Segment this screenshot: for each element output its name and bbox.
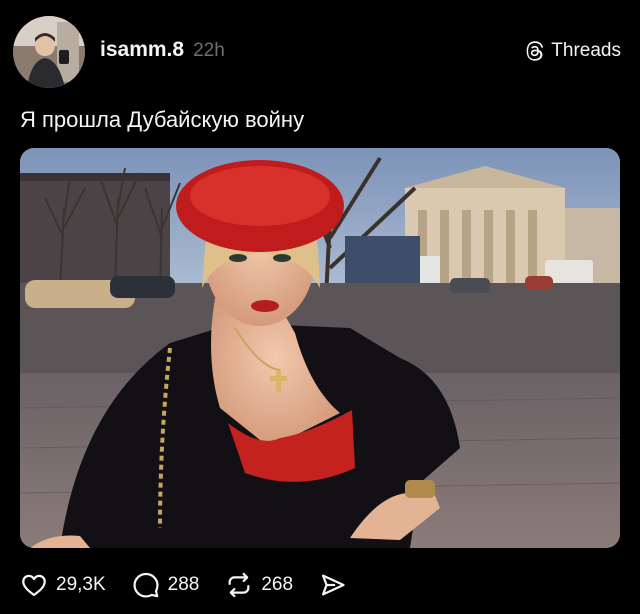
action-bar: 29,3K 288 268 (20, 568, 347, 602)
timestamp: 22h (193, 40, 225, 61)
threads-brand[interactable]: Threads (525, 40, 621, 62)
heart-icon (22, 574, 46, 597)
avatar[interactable] (13, 16, 85, 88)
repost-count: 268 (261, 574, 294, 595)
reply-button[interactable]: 288 (132, 571, 200, 599)
share-button[interactable] (319, 571, 347, 599)
threads-post: isamm.8 22h Threads Я прошла Дубайскую в… (0, 0, 640, 614)
threads-logo-icon (526, 41, 544, 61)
threads-label: Threads (551, 40, 621, 61)
avatar-image (13, 16, 85, 88)
repost-button[interactable]: 268 (225, 571, 293, 599)
repost-icon (228, 572, 250, 598)
post-meta: isamm.8 22h (100, 38, 225, 62)
post-photo (20, 148, 620, 548)
reply-count: 288 (167, 574, 200, 595)
username[interactable]: isamm.8 (100, 38, 184, 62)
send-icon (322, 574, 345, 596)
post-caption: Я прошла Дубайскую войну (20, 107, 305, 132)
like-button[interactable]: 29,3K (20, 571, 106, 599)
like-count: 29,3K (56, 574, 106, 595)
woman-in-red-beret-photo[interactable] (20, 148, 620, 548)
speech-bubble-icon (133, 572, 159, 598)
